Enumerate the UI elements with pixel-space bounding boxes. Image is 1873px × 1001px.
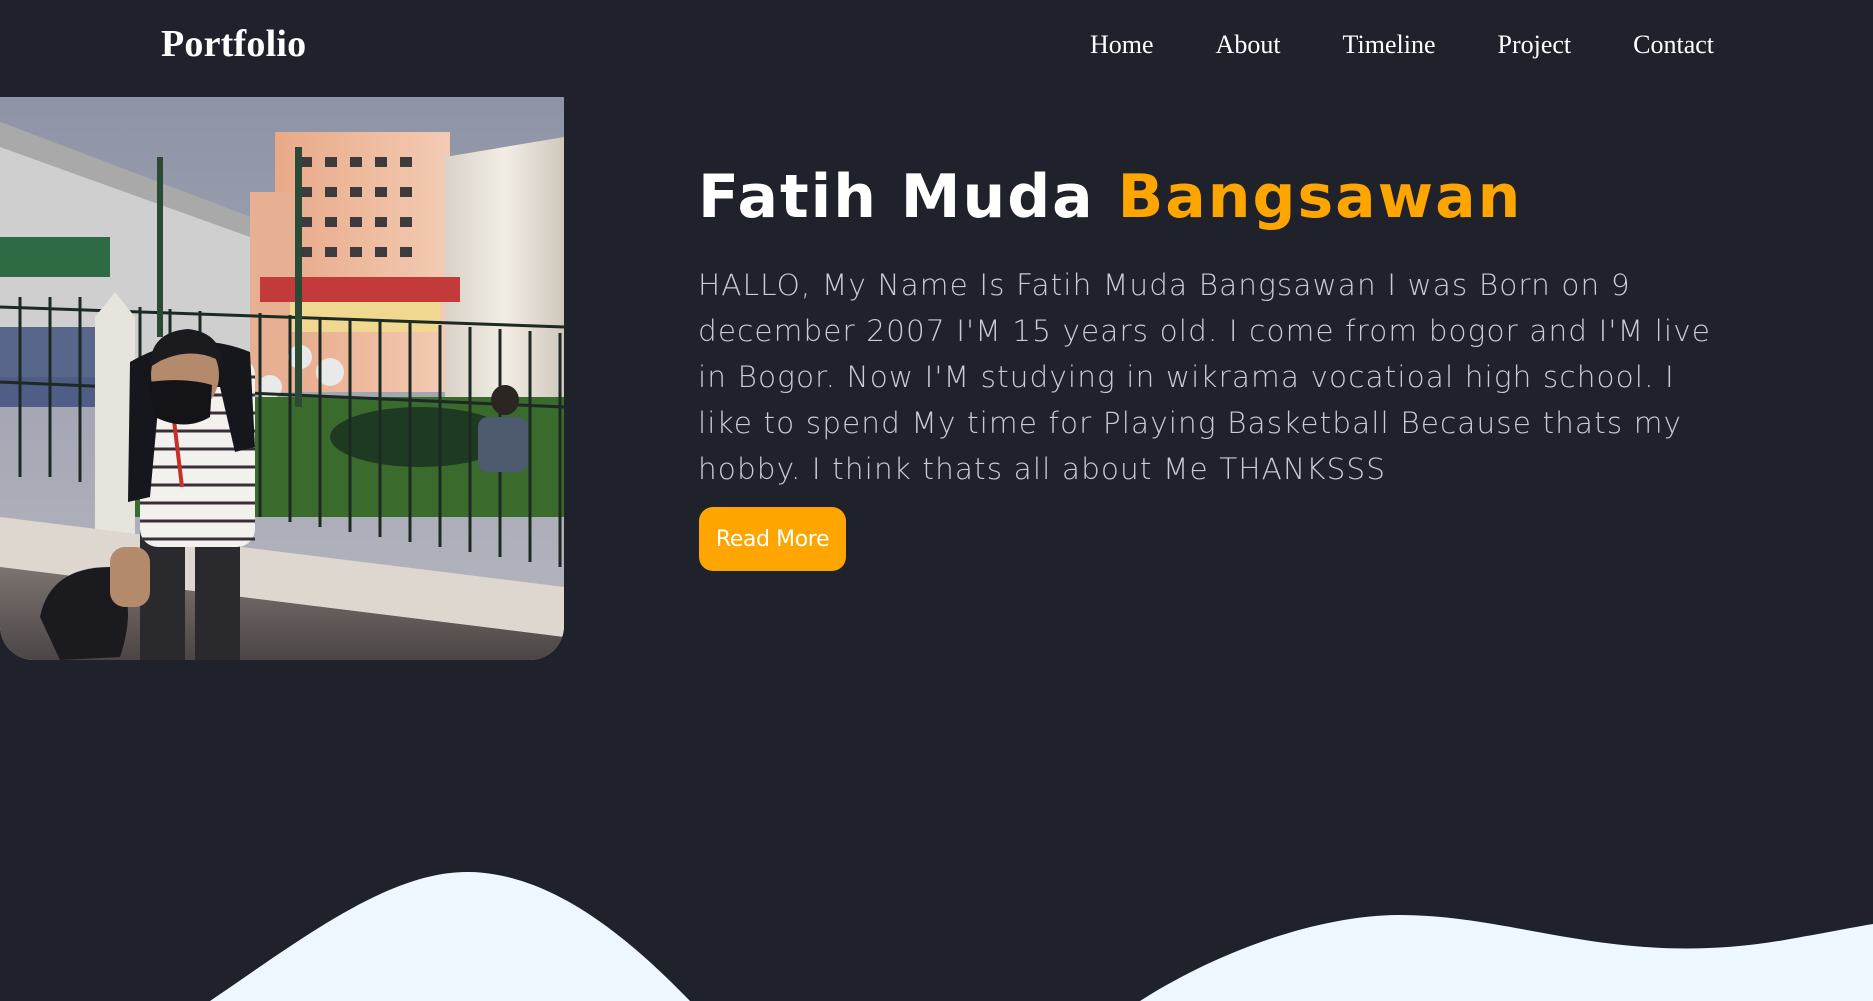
hero-name: Fatih Muda Bangsawan [698,162,1522,232]
nav-link-contact[interactable]: Contact [1633,30,1714,60]
nav-link-timeline[interactable]: Timeline [1343,30,1436,60]
navbar: Portfolio Home About Timeline Project Co… [0,0,1873,96]
intro-paragraph: HALLO, My Name Is Fatih Muda Bangsawan I… [698,267,1712,486]
nav-link-home[interactable]: Home [1090,30,1154,60]
nav-link-project[interactable]: Project [1498,30,1572,60]
hero-name-accent: Bangsawan [1117,162,1523,233]
main-nav: Home About Timeline Project Contact [1090,30,1714,60]
brand-logo[interactable]: Portfolio [161,22,306,66]
profile-photo [0,97,564,660]
hero-name-first: Fatih Muda [698,162,1118,233]
wave-decoration [210,871,1873,1001]
read-more-button[interactable]: Read More [699,507,846,571]
nav-link-about[interactable]: About [1216,30,1281,60]
